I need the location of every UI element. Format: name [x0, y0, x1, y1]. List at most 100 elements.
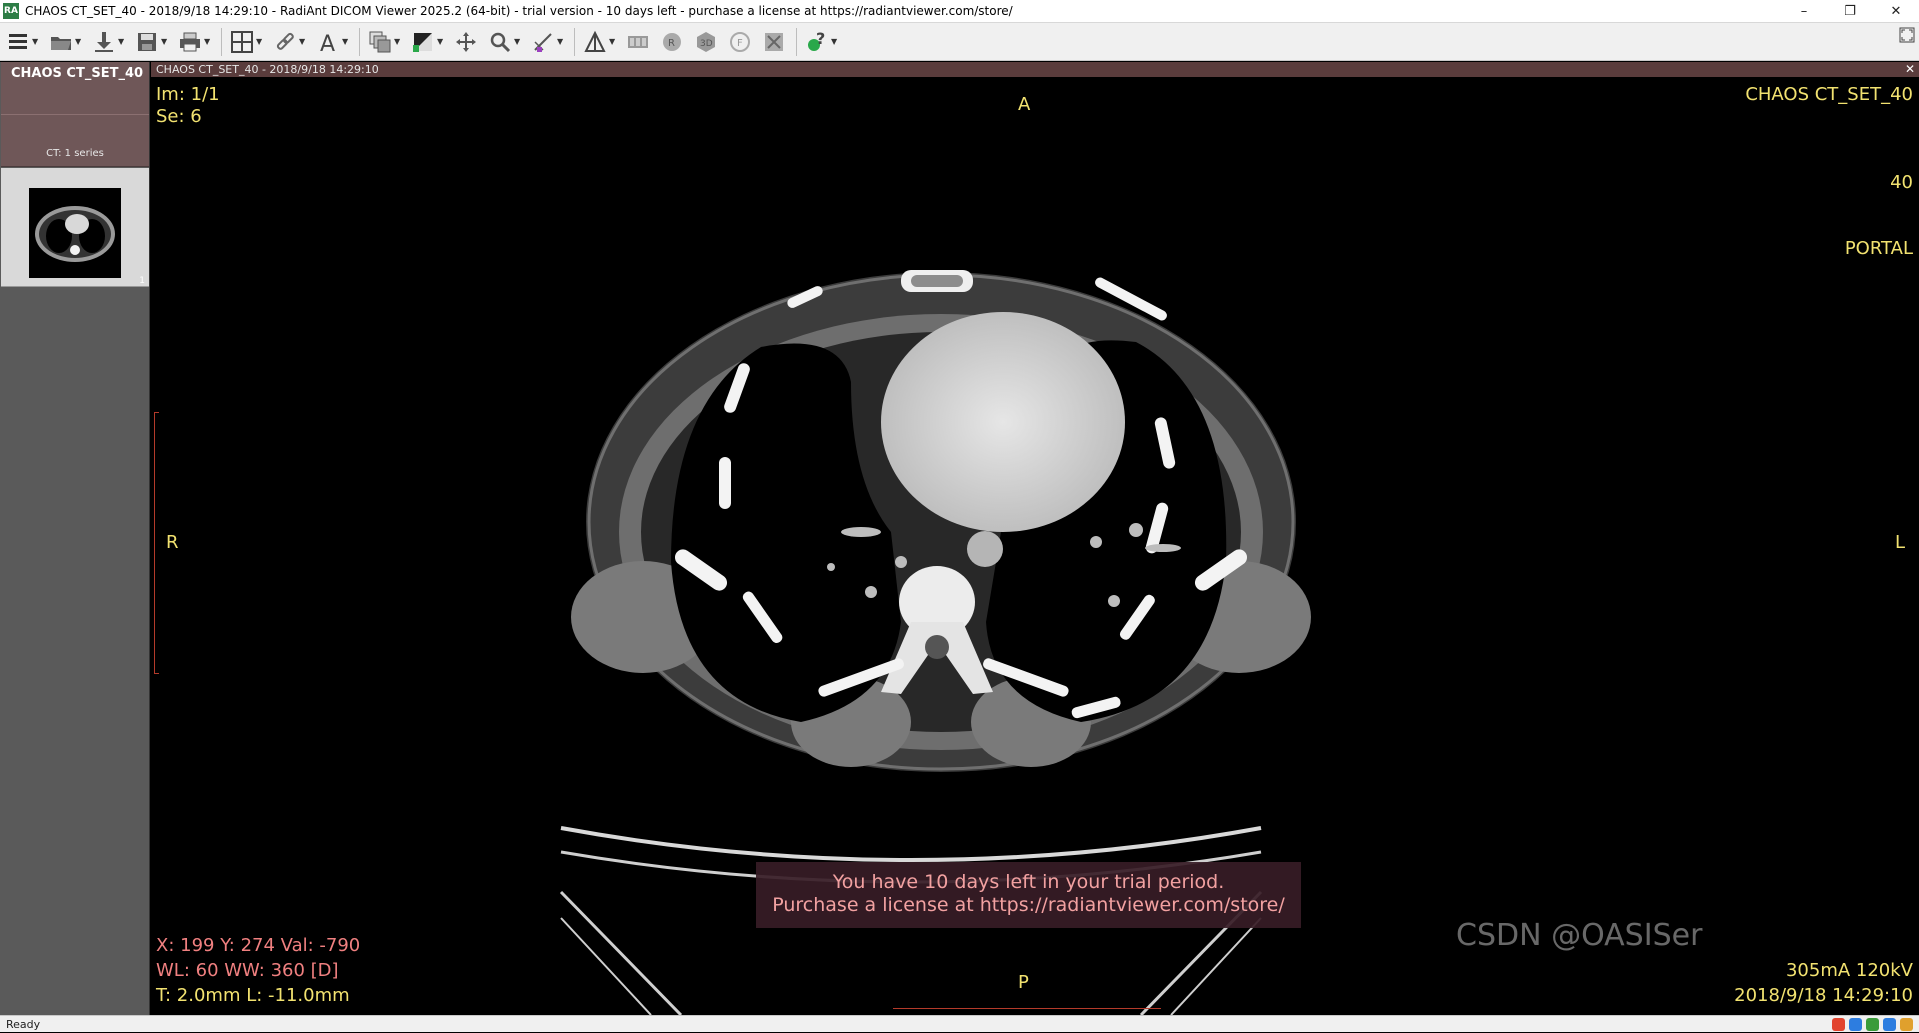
measure-button[interactable]: ▼ — [529, 26, 566, 58]
import-button[interactable]: ▼ — [90, 26, 127, 58]
svg-text:3D: 3D — [700, 39, 713, 49]
chevron-down-icon[interactable]: ▼ — [437, 37, 446, 46]
volume-render-button[interactable]: R — [658, 26, 686, 58]
series-description: PORTAL — [1844, 238, 1913, 259]
exposure-info: 305mA 120kV — [1785, 960, 1913, 981]
maximize-button[interactable]: ❐ — [1827, 0, 1873, 22]
patient-id: 40 — [1890, 172, 1913, 193]
print-icon — [176, 28, 204, 56]
series-button[interactable]: ▼ — [366, 26, 403, 58]
mpr-button[interactable]: ▼ — [581, 26, 618, 58]
fullscreen-icon — [1899, 27, 1915, 43]
toolbar-separator — [574, 27, 575, 56]
open-folder-icon — [47, 28, 75, 56]
study-datetime: 2018/9/18 14:29:10 — [1734, 985, 1913, 1006]
toolbar: ▼ ▼ ▼ ▼ ▼ ▼ ▼ A ▼ ▼ ▼ ▼ ▼ ▼ R 3D F ? ▼ — [0, 23, 1919, 61]
viewport-close-button[interactable]: ✕ — [1905, 62, 1915, 77]
study-panel: CHAOS CT_SET_40 CT: 1 series 1 — [0, 62, 150, 1015]
open-button[interactable]: ▼ — [47, 26, 84, 58]
chevron-down-icon[interactable]: ▼ — [204, 37, 213, 46]
toolbar-separator — [359, 27, 360, 56]
slice-thickness: T: 2.0mm L: -11.0mm — [156, 985, 350, 1006]
chevron-down-icon[interactable]: ▼ — [609, 37, 618, 46]
close-button[interactable]: ✕ — [1873, 0, 1919, 22]
ruler-tick — [154, 673, 159, 674]
measure-icon — [529, 28, 557, 56]
series-count: CT: 1 series — [46, 148, 104, 159]
chevron-down-icon[interactable]: ▼ — [75, 37, 84, 46]
horizontal-scale-ruler — [893, 1008, 1161, 1009]
patient-name: CHAOS CT_SET_40 — [1745, 84, 1913, 105]
angle-icon — [760, 28, 788, 56]
thumbnail-image — [29, 188, 121, 278]
layout-grid-icon — [228, 28, 256, 56]
chevron-down-icon[interactable]: ▼ — [514, 37, 523, 46]
import-icon — [90, 28, 118, 56]
image-index: Im: 1/1 — [156, 84, 220, 105]
trial-message-line2[interactable]: Purchase a license at https://radiantvie… — [756, 894, 1301, 917]
chevron-down-icon[interactable]: ▼ — [161, 37, 170, 46]
series-thumbnail[interactable]: 1 — [1, 168, 149, 287]
keyboard-icon[interactable] — [1849, 1018, 1862, 1031]
chevron-down-icon[interactable]: ▼ — [557, 37, 566, 46]
pan-icon — [452, 28, 480, 56]
tray-icon[interactable] — [1883, 1018, 1896, 1031]
zoom-button[interactable]: ▼ — [486, 26, 523, 58]
image-viewport[interactable]: CHAOS CT_SET_40 - 2018/9/18 14:29:10 ✕ I… — [151, 62, 1919, 1015]
save-button[interactable]: ▼ — [133, 26, 170, 58]
toolbar-separator — [796, 27, 797, 56]
chevron-down-icon[interactable]: ▼ — [299, 37, 308, 46]
chevron-down-icon[interactable]: ▼ — [118, 37, 127, 46]
window-title: CHAOS CT_SET_40 - 2018/9/18 14:29:10 - R… — [25, 4, 1013, 18]
chevron-down-icon[interactable]: ▼ — [342, 37, 351, 46]
status-bar: Ready — [0, 1015, 1919, 1032]
3d-icon: 3D — [692, 28, 720, 56]
orientation-top: A — [1018, 94, 1031, 115]
window-level-button[interactable]: ▼ — [409, 26, 446, 58]
layout-button[interactable]: ▼ — [228, 26, 265, 58]
fusion-icon: F — [726, 28, 754, 56]
ime-icon[interactable] — [1832, 1018, 1845, 1031]
angle-button[interactable] — [760, 26, 788, 58]
pan-button[interactable] — [452, 26, 480, 58]
annotation-button[interactable]: A ▼ — [314, 26, 351, 58]
chevron-down-icon[interactable]: ▼ — [831, 37, 840, 46]
3d-button[interactable]: 3D — [692, 26, 720, 58]
study-card[interactable]: CHAOS CT_SET_40 CT: 1 series — [1, 62, 149, 167]
vertical-scale-ruler — [154, 412, 155, 674]
fusion-button[interactable]: F — [726, 26, 754, 58]
cursor-coordinates: X: 199 Y: 274 Val: -790 — [156, 935, 361, 956]
status-text: Ready — [6, 1018, 41, 1031]
volume-render-icon: R — [658, 28, 686, 56]
window-level: WL: 60 WW: 360 [D] — [156, 960, 339, 981]
film-icon — [624, 28, 652, 56]
study-name: CHAOS CT_SET_40 — [11, 66, 144, 81]
link-icon — [271, 28, 299, 56]
cine-button[interactable] — [624, 26, 652, 58]
tray-icon[interactable] — [1900, 1018, 1913, 1031]
svg-text:R: R — [668, 38, 675, 49]
tray-icon[interactable] — [1866, 1018, 1879, 1031]
trial-notice[interactable]: You have 10 days left in your trial peri… — [756, 862, 1301, 928]
series-number: Se: 6 — [156, 106, 202, 127]
minimize-button[interactable]: – — [1781, 0, 1827, 22]
sync-button[interactable]: ▼ — [271, 26, 308, 58]
divider — [1, 114, 149, 115]
help-button[interactable]: ? ▼ — [803, 26, 840, 58]
fullscreen-button[interactable] — [1899, 27, 1915, 47]
zoom-icon — [486, 28, 514, 56]
series-icon — [366, 28, 394, 56]
viewport-header: CHAOS CT_SET_40 - 2018/9/18 14:29:10 — [151, 62, 1919, 77]
trial-message-line1: You have 10 days left in your trial peri… — [832, 871, 1225, 893]
app-icon: RA — [3, 3, 19, 19]
chevron-down-icon[interactable]: ▼ — [256, 37, 265, 46]
svg-text:F: F — [737, 38, 743, 49]
chevron-down-icon[interactable]: ▼ — [32, 37, 41, 46]
menu-button[interactable]: ▼ — [4, 26, 41, 58]
save-icon — [133, 28, 161, 56]
watermark: CSDN @OASISer — [1456, 918, 1703, 953]
svg-text:A: A — [320, 32, 335, 54]
chevron-down-icon[interactable]: ▼ — [394, 37, 403, 46]
print-button[interactable]: ▼ — [176, 26, 213, 58]
window-level-icon — [409, 28, 437, 56]
